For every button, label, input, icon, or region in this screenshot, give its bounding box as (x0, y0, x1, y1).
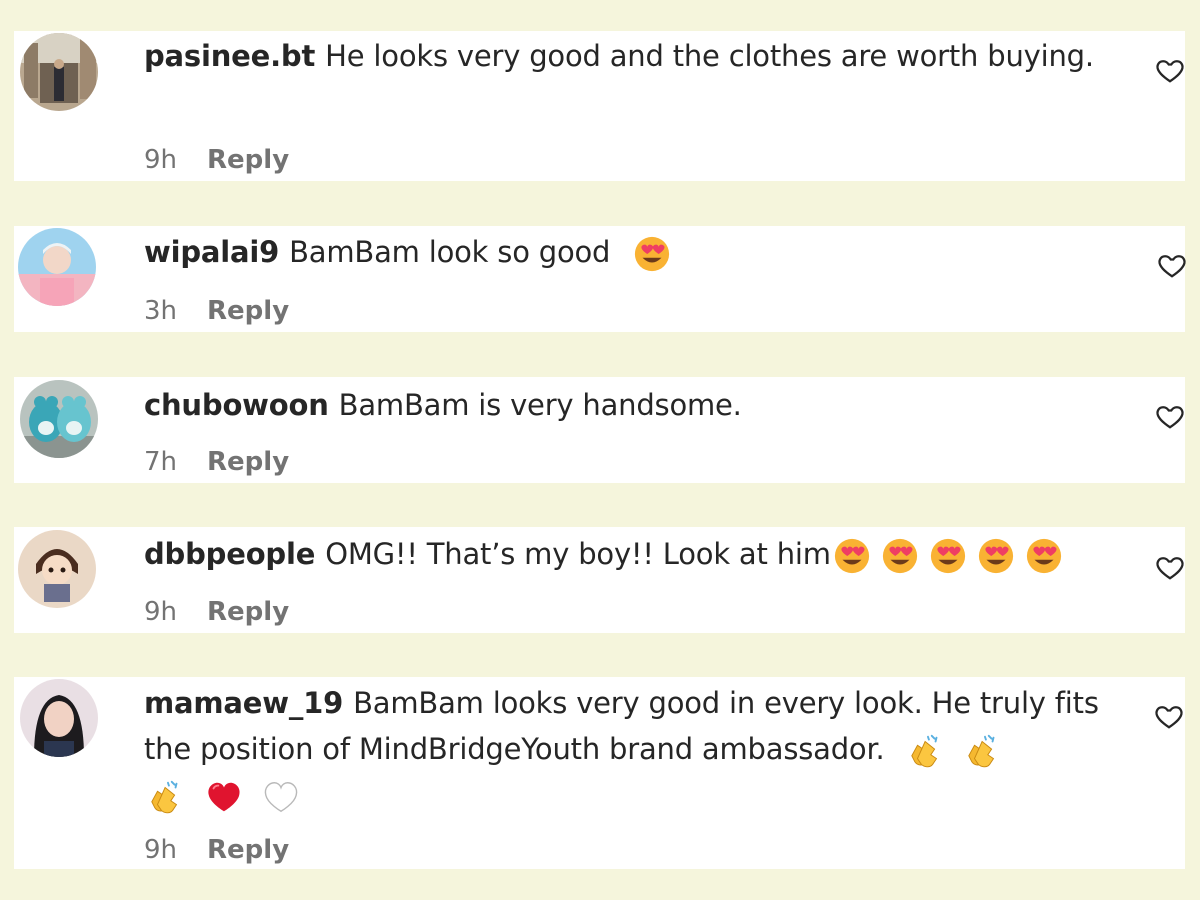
clapping-hands-emoji (148, 778, 190, 816)
comment-body: He looks very good and the clothes are w… (325, 39, 1094, 73)
comment-meta: 9h Reply (144, 145, 289, 175)
like-heart-icon[interactable] (1155, 552, 1185, 582)
comment-time: 7h (144, 447, 178, 477)
comment-text: wipalai9 BamBam look so good (144, 229, 1104, 275)
comment-time: 3h (144, 296, 178, 326)
comment-text: mamaew_19 BamBam looks very good in every… (144, 680, 1104, 818)
heart-eyes-emoji (977, 537, 1019, 575)
comment-meta: 9h Reply (144, 597, 289, 627)
comment-meta: 3h Reply (144, 296, 289, 326)
comment-card: pasinee.bt He looks very good and the clo… (14, 31, 1185, 181)
reply-button[interactable]: Reply (207, 597, 289, 627)
avatar[interactable] (20, 380, 98, 458)
comment-time: 9h (144, 835, 178, 865)
reply-button[interactable]: Reply (207, 145, 289, 175)
clapping-hands-emoji (965, 732, 1007, 770)
comment-text: chubowoon BamBam is very handsome. (144, 382, 1104, 428)
comment-card: wipalai9 BamBam look so good 3h Reply (14, 226, 1187, 332)
comment-text: dbbpeople OMG!! That’s my boy!! Look at h… (144, 531, 1104, 577)
heart-eyes-emoji (881, 537, 923, 575)
reply-button[interactable]: Reply (207, 835, 289, 865)
comment-time: 9h (144, 597, 178, 627)
reply-button[interactable]: Reply (207, 296, 289, 326)
comment-time: 9h (144, 145, 178, 175)
comment-card: mamaew_19 BamBam looks very good in every… (14, 677, 1185, 869)
comment-body: OMG!! That’s my boy!! Look at him (325, 537, 831, 571)
comment-meta: 9h Reply (144, 835, 289, 865)
comment-body: BamBam look so good (289, 235, 611, 269)
reply-button[interactable]: Reply (207, 447, 289, 477)
comment-username[interactable]: chubowoon (144, 388, 329, 422)
comment-username[interactable]: mamaew_19 (144, 686, 343, 720)
comment-text: pasinee.bt He looks very good and the clo… (144, 33, 1104, 79)
like-heart-icon[interactable] (1157, 250, 1187, 280)
comment-username[interactable]: dbbpeople (144, 537, 315, 571)
like-heart-icon[interactable] (1155, 401, 1185, 431)
like-heart-icon[interactable] (1154, 701, 1184, 731)
white-heart-emoji (262, 778, 304, 816)
comment-username[interactable]: wipalai9 (144, 235, 279, 269)
avatar[interactable] (20, 33, 98, 111)
comment-username[interactable]: pasinee.bt (144, 39, 315, 73)
heart-eyes-emoji (833, 537, 875, 575)
avatar[interactable] (18, 530, 96, 608)
heart-eyes-emoji (633, 235, 675, 273)
comment-card: chubowoon BamBam is very handsome. 7h Repl… (14, 377, 1185, 483)
avatar[interactable] (20, 679, 98, 757)
heart-eyes-emoji (1025, 537, 1067, 575)
comment-meta: 7h Reply (144, 447, 289, 477)
comment-body: BamBam is very handsome. (338, 388, 742, 422)
clapping-hands-emoji (908, 732, 950, 770)
heart-eyes-emoji (929, 537, 971, 575)
red-heart-emoji (205, 778, 247, 816)
comment-card: dbbpeople OMG!! That’s my boy!! Look at h… (14, 527, 1185, 633)
avatar[interactable] (18, 228, 96, 306)
like-heart-icon[interactable] (1155, 55, 1185, 85)
